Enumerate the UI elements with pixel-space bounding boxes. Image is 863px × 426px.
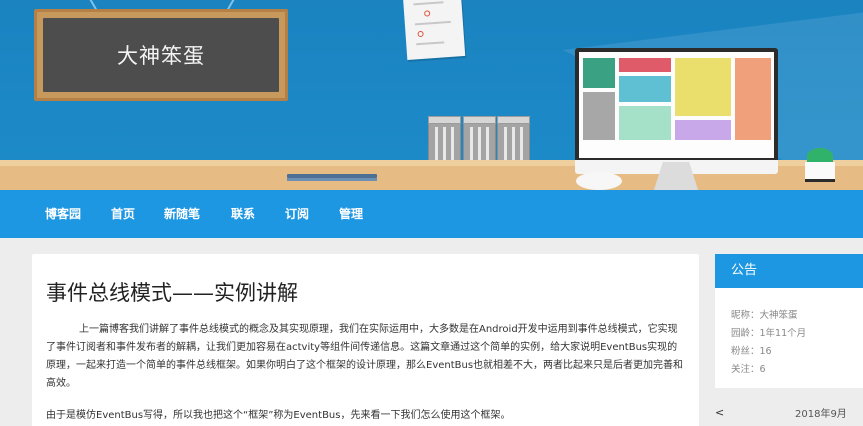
blackboard: 大神笨蛋 <box>43 18 279 92</box>
calendar-month: 2018年9月 <box>795 409 847 420</box>
mouse-illustration <box>576 172 622 190</box>
sidebar-notice-title: 公告 <box>715 254 863 288</box>
nav-item-home[interactable]: 首页 <box>111 190 135 238</box>
nav-item-manage[interactable]: 管理 <box>339 190 363 238</box>
header-banner: 大神笨蛋 <box>0 0 863 190</box>
nav-item-new-post[interactable]: 新随笔 <box>164 190 200 238</box>
profile-age[interactable]: 园龄：1年11个月 <box>731 325 806 339</box>
post-paragraph: 上一篇博客我们讲解了事件总线模式的概念及其实现原理，我们在实际运用中，大多数是在… <box>46 324 684 389</box>
potted-plant-illustration <box>803 148 837 184</box>
nav-item-cnblogs[interactable]: 博客园 <box>45 190 81 238</box>
blog-title[interactable]: 大神笨蛋 <box>117 40 205 70</box>
sidebar-notice: 公告 昵称：大神笨蛋 园龄：1年11个月 粉丝：16 关注：6 <box>715 254 863 388</box>
profile-nickname[interactable]: 昵称：大神笨蛋 <box>731 307 798 321</box>
calendar-prev-button[interactable]: < <box>715 406 724 419</box>
main-nav: 博客园 首页 新随笔 联系 订阅 管理 <box>0 190 863 238</box>
post-paragraph: 由于是模仿EventBus写得，所以我也把这个“框架”称为EventBus，先来… <box>46 410 511 421</box>
post-card: 事件总线模式——实例讲解 上一篇博客我们讲解了事件总线模式的概念及其实现原理，我… <box>32 254 699 426</box>
calendar-header: < 2018年9月 <box>715 398 863 426</box>
profile-followers[interactable]: 粉丝：16 <box>731 343 772 357</box>
post-title[interactable]: 事件总线模式——实例讲解 <box>46 277 298 307</box>
monitor-illustration <box>575 48 778 174</box>
desk-drawer-shadow <box>287 178 377 181</box>
nav-item-subscribe[interactable]: 订阅 <box>285 190 309 238</box>
profile-following[interactable]: 关注：6 <box>731 361 766 375</box>
pinned-paper-illustration <box>402 0 466 60</box>
nav-item-contact[interactable]: 联系 <box>231 190 255 238</box>
blog-title-board: 大神笨蛋 <box>34 9 288 101</box>
